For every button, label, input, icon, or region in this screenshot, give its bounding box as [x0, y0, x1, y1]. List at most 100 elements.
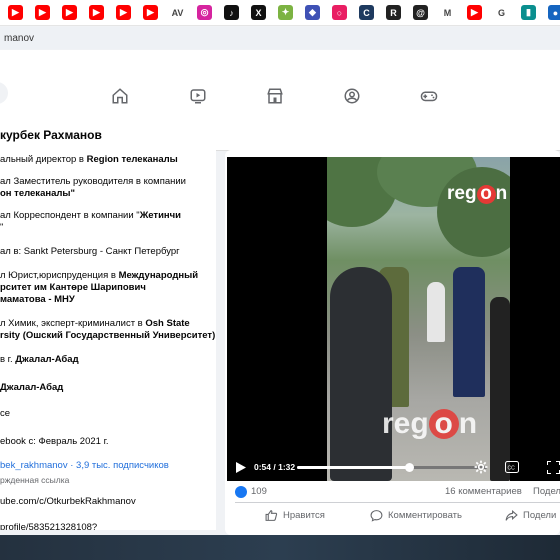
about-item-link[interactable]: Osh State — [145, 318, 189, 329]
about-item-link[interactable]: Международный — [119, 270, 198, 281]
comment-button[interactable]: Комментировать — [370, 509, 462, 522]
circle-icon[interactable]: ● — [548, 5, 560, 20]
about-item-text: л Юрист,юриспруденция в — [0, 270, 119, 281]
captions-icon[interactable]: CC — [505, 461, 519, 473]
about-item: " — [0, 222, 216, 234]
bookmarks-bar: ▶ ▶ ▶ ▶ ▶ ▶ AV ◎ ♪ X ✦ ◆ ○ C R @ M ▶ G ▮ ● — [0, 0, 560, 26]
youtube-icon[interactable]: ▶ — [143, 5, 158, 20]
like-button-label: Нравится — [283, 510, 325, 521]
post-divider — [235, 502, 560, 503]
marketplace-icon[interactable] — [266, 87, 284, 105]
share-icon — [505, 509, 518, 521]
thumbs-up-icon — [265, 510, 278, 521]
youtube-icon[interactable]: ▶ — [62, 5, 77, 20]
comment-count[interactable]: 16 комментариев — [445, 486, 522, 497]
video-progress-bar[interactable] — [297, 463, 487, 472]
tiktok-icon[interactable]: ♪ — [224, 5, 239, 20]
address-text[interactable]: manov — [4, 33, 34, 44]
play-icon[interactable] — [236, 462, 246, 473]
about-item-link[interactable]: он телеканалы" — [0, 188, 75, 199]
top-navigation — [0, 50, 560, 121]
os-taskbar — [0, 535, 560, 560]
video-controls: 0:54 / 1:32 CC — [227, 456, 560, 480]
progress-knob[interactable] — [404, 463, 414, 472]
about-panel: альный директор в Region телеканалы ал За… — [0, 150, 216, 530]
profile-header: курбек Рахманов — [0, 120, 560, 151]
c-icon[interactable]: C — [359, 5, 374, 20]
about-item: в г. Джалал-Абад — [0, 354, 216, 366]
about-item: ал Корреспондент в компании "Жетинчи — [0, 210, 216, 222]
instagram-link[interactable]: bek_rakhmanov · 3,9 тыс. подписчиков — [0, 460, 216, 472]
about-item: альный директор в Region телеканалы — [0, 154, 216, 166]
cube-icon[interactable]: ◆ — [305, 5, 320, 20]
youtube-icon[interactable]: ▶ — [89, 5, 104, 20]
about-item-text: в г. — [0, 354, 16, 365]
about-item-link[interactable]: рситет им Кантөре Шарипович — [0, 282, 146, 293]
leaf-icon[interactable]: ✦ — [278, 5, 293, 20]
about-item-text: " — [0, 222, 4, 233]
about-item-link[interactable]: Джалал-Абад — [15, 354, 78, 365]
about-item-link[interactable]: Жетинчи — [140, 210, 181, 221]
r-icon[interactable]: R — [386, 5, 401, 20]
address-bar[interactable]: manov — [0, 27, 560, 49]
like-reaction-icon — [235, 486, 247, 498]
threads-icon[interactable]: @ — [413, 5, 428, 20]
svg-text:CC: CC — [508, 466, 516, 472]
about-item-text: ал в: Sankt Petersburg - Санкт Петербург — [0, 246, 180, 257]
circle-icon[interactable]: ○ — [332, 5, 347, 20]
about-item-text: л Химик, эксперт-криминалист в — [0, 318, 146, 329]
post-actions: Нравится Комментировать Подели — [235, 505, 560, 527]
about-item-text: ал Заместитель руководителя в компании — [0, 176, 186, 187]
x-icon[interactable]: X — [251, 5, 266, 20]
about-item-link[interactable]: маматова - МНУ — [0, 294, 75, 305]
about-item-text: ал Корреспондент в компании " — [0, 210, 140, 221]
about-item: л Химик, эксперт-криминалист в Osh State — [0, 318, 216, 330]
about-item: ce — [0, 408, 216, 420]
av-icon[interactable]: AV — [170, 5, 185, 20]
about-item: л Юрист,юриспруденция в Международный — [0, 270, 216, 282]
youtube-icon[interactable]: ▶ — [467, 5, 482, 20]
youtube-link[interactable]: ube.com/c/OtkurbekRakhmanov — [0, 496, 216, 508]
about-item: ал Заместитель руководителя в компании — [0, 176, 216, 188]
instagram-icon[interactable]: ◎ — [197, 5, 212, 20]
profile-link[interactable]: profile/583521328108? — [0, 522, 216, 530]
profile-name[interactable]: курбек Рахманов — [0, 128, 102, 142]
about-item: рситет им Кантөре Шарипович — [0, 282, 216, 294]
video-frame: reg o n reg o n — [327, 157, 510, 481]
about-item: ал в: Sankt Petersburg - Санкт Петербург — [0, 246, 216, 258]
verified-link-note: ржденная ссылка — [0, 475, 70, 485]
home-icon[interactable] — [111, 87, 129, 105]
like-button[interactable]: Нравится — [265, 509, 325, 522]
region-logo-watermark: reg o n — [382, 407, 478, 440]
gaming-icon[interactable] — [420, 87, 438, 105]
region-logo-top: reg o n — [447, 183, 508, 204]
comment-icon — [370, 510, 383, 522]
about-item: rsity (Ошский Государственный Университе… — [0, 330, 216, 342]
share-count[interactable]: Подели — [533, 486, 560, 497]
like-count[interactable]: 109 — [251, 486, 267, 497]
about-item-text: ebook с: Февраль 2021 г. — [0, 436, 109, 447]
youtube-icon[interactable]: ▶ — [35, 5, 50, 20]
about-item: он телеканалы" — [0, 188, 216, 200]
about-item-link[interactable]: rsity (Ошский Государственный Университе… — [0, 330, 215, 341]
post-stats: 109 16 комментариев Подели — [235, 485, 560, 501]
video-icon[interactable] — [189, 87, 207, 105]
fullscreen-icon[interactable] — [547, 461, 560, 474]
about-item-link[interactable]: Region телеканалы — [87, 154, 178, 165]
google-icon[interactable]: G — [494, 5, 509, 20]
settings-icon[interactable] — [474, 460, 488, 474]
youtube-icon[interactable]: ▶ — [8, 5, 23, 20]
about-item-text: ce — [0, 408, 11, 419]
gmail-icon[interactable]: M — [440, 5, 455, 20]
youtube-icon[interactable]: ▶ — [116, 5, 131, 20]
about-item-link[interactable]: Джалал-Абад — [0, 382, 63, 393]
share-button-label: Подели — [523, 510, 557, 521]
share-button[interactable]: Подели — [505, 509, 556, 522]
bars-icon[interactable]: ▮ — [521, 5, 536, 20]
about-item: маматова - МНУ — [0, 294, 216, 306]
about-item: Джалал-Абад — [0, 382, 216, 394]
groups-icon[interactable] — [343, 87, 361, 105]
search-button[interactable] — [0, 82, 8, 104]
video-player[interactable]: reg o n reg o n — [227, 157, 560, 481]
comment-button-label: Комментировать — [388, 510, 462, 521]
